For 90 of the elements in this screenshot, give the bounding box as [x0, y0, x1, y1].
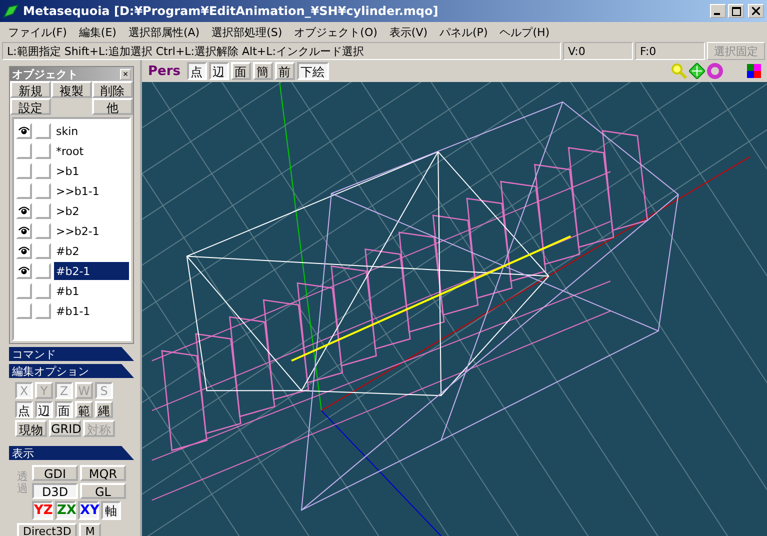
object-item[interactable]: >b2 — [54, 202, 129, 220]
vertex-count: V:0 — [563, 42, 633, 60]
panel-header[interactable]: 編集オプション — [9, 364, 134, 378]
view-toggle-button[interactable]: 前 — [274, 62, 294, 80]
renderer-button[interactable]: D3D — [32, 483, 78, 499]
viewport-drawing[interactable] — [142, 82, 767, 536]
menu-item[interactable]: 選択部処理(S) — [206, 24, 288, 40]
object-item[interactable]: skin — [54, 122, 129, 140]
view-toggle-button[interactable]: 辺 — [208, 62, 228, 80]
close-button[interactable] — [748, 4, 764, 18]
visibility-toggle[interactable] — [16, 223, 32, 239]
eye-icon — [18, 205, 30, 217]
move-icon[interactable] — [689, 63, 705, 79]
menu-item[interactable]: ヘルプ(H) — [494, 24, 556, 40]
visibility-toggle[interactable] — [16, 243, 32, 259]
visibility-toggle[interactable] — [16, 303, 32, 319]
render-option-button[interactable]: M — [79, 523, 101, 536]
renderer-button[interactable]: GL — [80, 483, 126, 499]
minimize-button[interactable] — [710, 4, 726, 18]
object-item[interactable]: #b1-1 — [54, 302, 129, 320]
visibility-toggle[interactable] — [16, 183, 32, 199]
menu-item[interactable]: 編集(E) — [72, 24, 122, 40]
renderer-button[interactable]: MQR — [80, 465, 126, 481]
window-title: Metasequoia [D:¥Program¥EditAnimation_¥SH¥cylinder.mqo] — [23, 4, 440, 18]
eye-icon — [18, 125, 30, 137]
view-toggle-button[interactable]: 下絵 — [296, 62, 328, 80]
face-count: F:0 — [635, 42, 705, 60]
visibility-toggle[interactable] — [16, 203, 32, 219]
eye-icon — [18, 225, 30, 237]
lock-toggle[interactable] — [35, 163, 51, 179]
lock-toggle[interactable] — [35, 223, 51, 239]
lock-toggle[interactable] — [35, 143, 51, 159]
eye-icon — [18, 265, 30, 277]
option-button[interactable]: GRID — [49, 420, 81, 437]
color-grid-icon[interactable] — [747, 64, 761, 78]
visibility-toggle[interactable] — [16, 263, 32, 279]
object-item[interactable]: *root — [54, 142, 129, 160]
leaf-icon — [3, 4, 19, 18]
view-toggle-button[interactable]: 点 — [186, 62, 206, 80]
status-hint: L:範囲指定 Shift+L:追加選択 Ctrl+L:選択解除 Alt+L:インクルード選択 — [2, 42, 561, 60]
object-button[interactable]: 設定 — [10, 98, 51, 115]
object-button[interactable]: 削除 — [92, 81, 133, 98]
visibility-toggle[interactable] — [16, 163, 32, 179]
projection-label[interactable]: Pers — [148, 64, 180, 78]
visibility-toggle[interactable] — [16, 143, 32, 159]
option-button[interactable]: 辺 — [35, 401, 53, 418]
object-item[interactable]: #b2 — [54, 242, 129, 260]
option-button[interactable]: 縄 — [95, 401, 113, 418]
lock-toggle[interactable] — [35, 203, 51, 219]
visibility-toggle[interactable] — [16, 283, 32, 299]
object-button[interactable]: 他 — [92, 98, 133, 115]
renderer-button[interactable]: GDI — [32, 465, 78, 481]
lock-toggle[interactable] — [35, 303, 51, 319]
view-button[interactable]: ZX — [55, 501, 76, 520]
visibility-toggle[interactable] — [16, 123, 32, 139]
lock-toggle[interactable] — [35, 243, 51, 259]
object-item[interactable]: #b2-1 — [54, 262, 129, 280]
lock-toggle[interactable] — [35, 283, 51, 299]
render-option-button[interactable]: Direct3D — [17, 523, 78, 536]
object-button[interactable]: 新規 — [10, 81, 51, 98]
close-button[interactable]: × — [120, 68, 131, 80]
close-icon — [752, 7, 760, 15]
object-button[interactable]: 複製 — [51, 81, 92, 98]
lock-toggle[interactable] — [35, 123, 51, 139]
panel-title: オブジェクト — [12, 66, 78, 82]
menu-item[interactable]: 表示(V) — [383, 24, 434, 40]
maximize-icon — [732, 6, 740, 16]
menu-item[interactable]: 選択部属性(A) — [122, 24, 206, 40]
eye-icon — [18, 245, 30, 257]
option-button[interactable]: 範 — [75, 401, 93, 418]
option-button[interactable]: 点 — [15, 401, 33, 418]
option-button[interactable]: 現物 — [15, 420, 47, 437]
panel-header[interactable]: コマンド — [9, 347, 134, 361]
menu-item[interactable]: オブジェクト(O) — [288, 24, 384, 40]
object-item[interactable]: >>b2-1 — [54, 222, 129, 240]
panel-header[interactable]: 表示 — [9, 446, 134, 460]
menu-item[interactable]: ファイル(F) — [2, 24, 73, 40]
view-button[interactable]: YZ — [32, 501, 53, 520]
axis-button[interactable]: 軸 — [101, 501, 121, 520]
object-item[interactable]: >b1 — [54, 162, 129, 180]
view-toggle-button[interactable]: 面 — [230, 62, 250, 80]
option-button[interactable]: 面 — [55, 401, 73, 418]
maximize-button[interactable] — [728, 4, 744, 18]
object-item[interactable]: #b1 — [54, 282, 129, 300]
menu-item[interactable]: パネル(P) — [434, 24, 494, 40]
lock-toggle[interactable] — [35, 263, 51, 279]
object-item[interactable]: >>b1-1 — [54, 182, 129, 200]
view-toggle-button[interactable]: 簡 — [252, 62, 272, 80]
lock-toggle[interactable] — [35, 183, 51, 199]
view-button[interactable]: XY — [78, 501, 99, 520]
